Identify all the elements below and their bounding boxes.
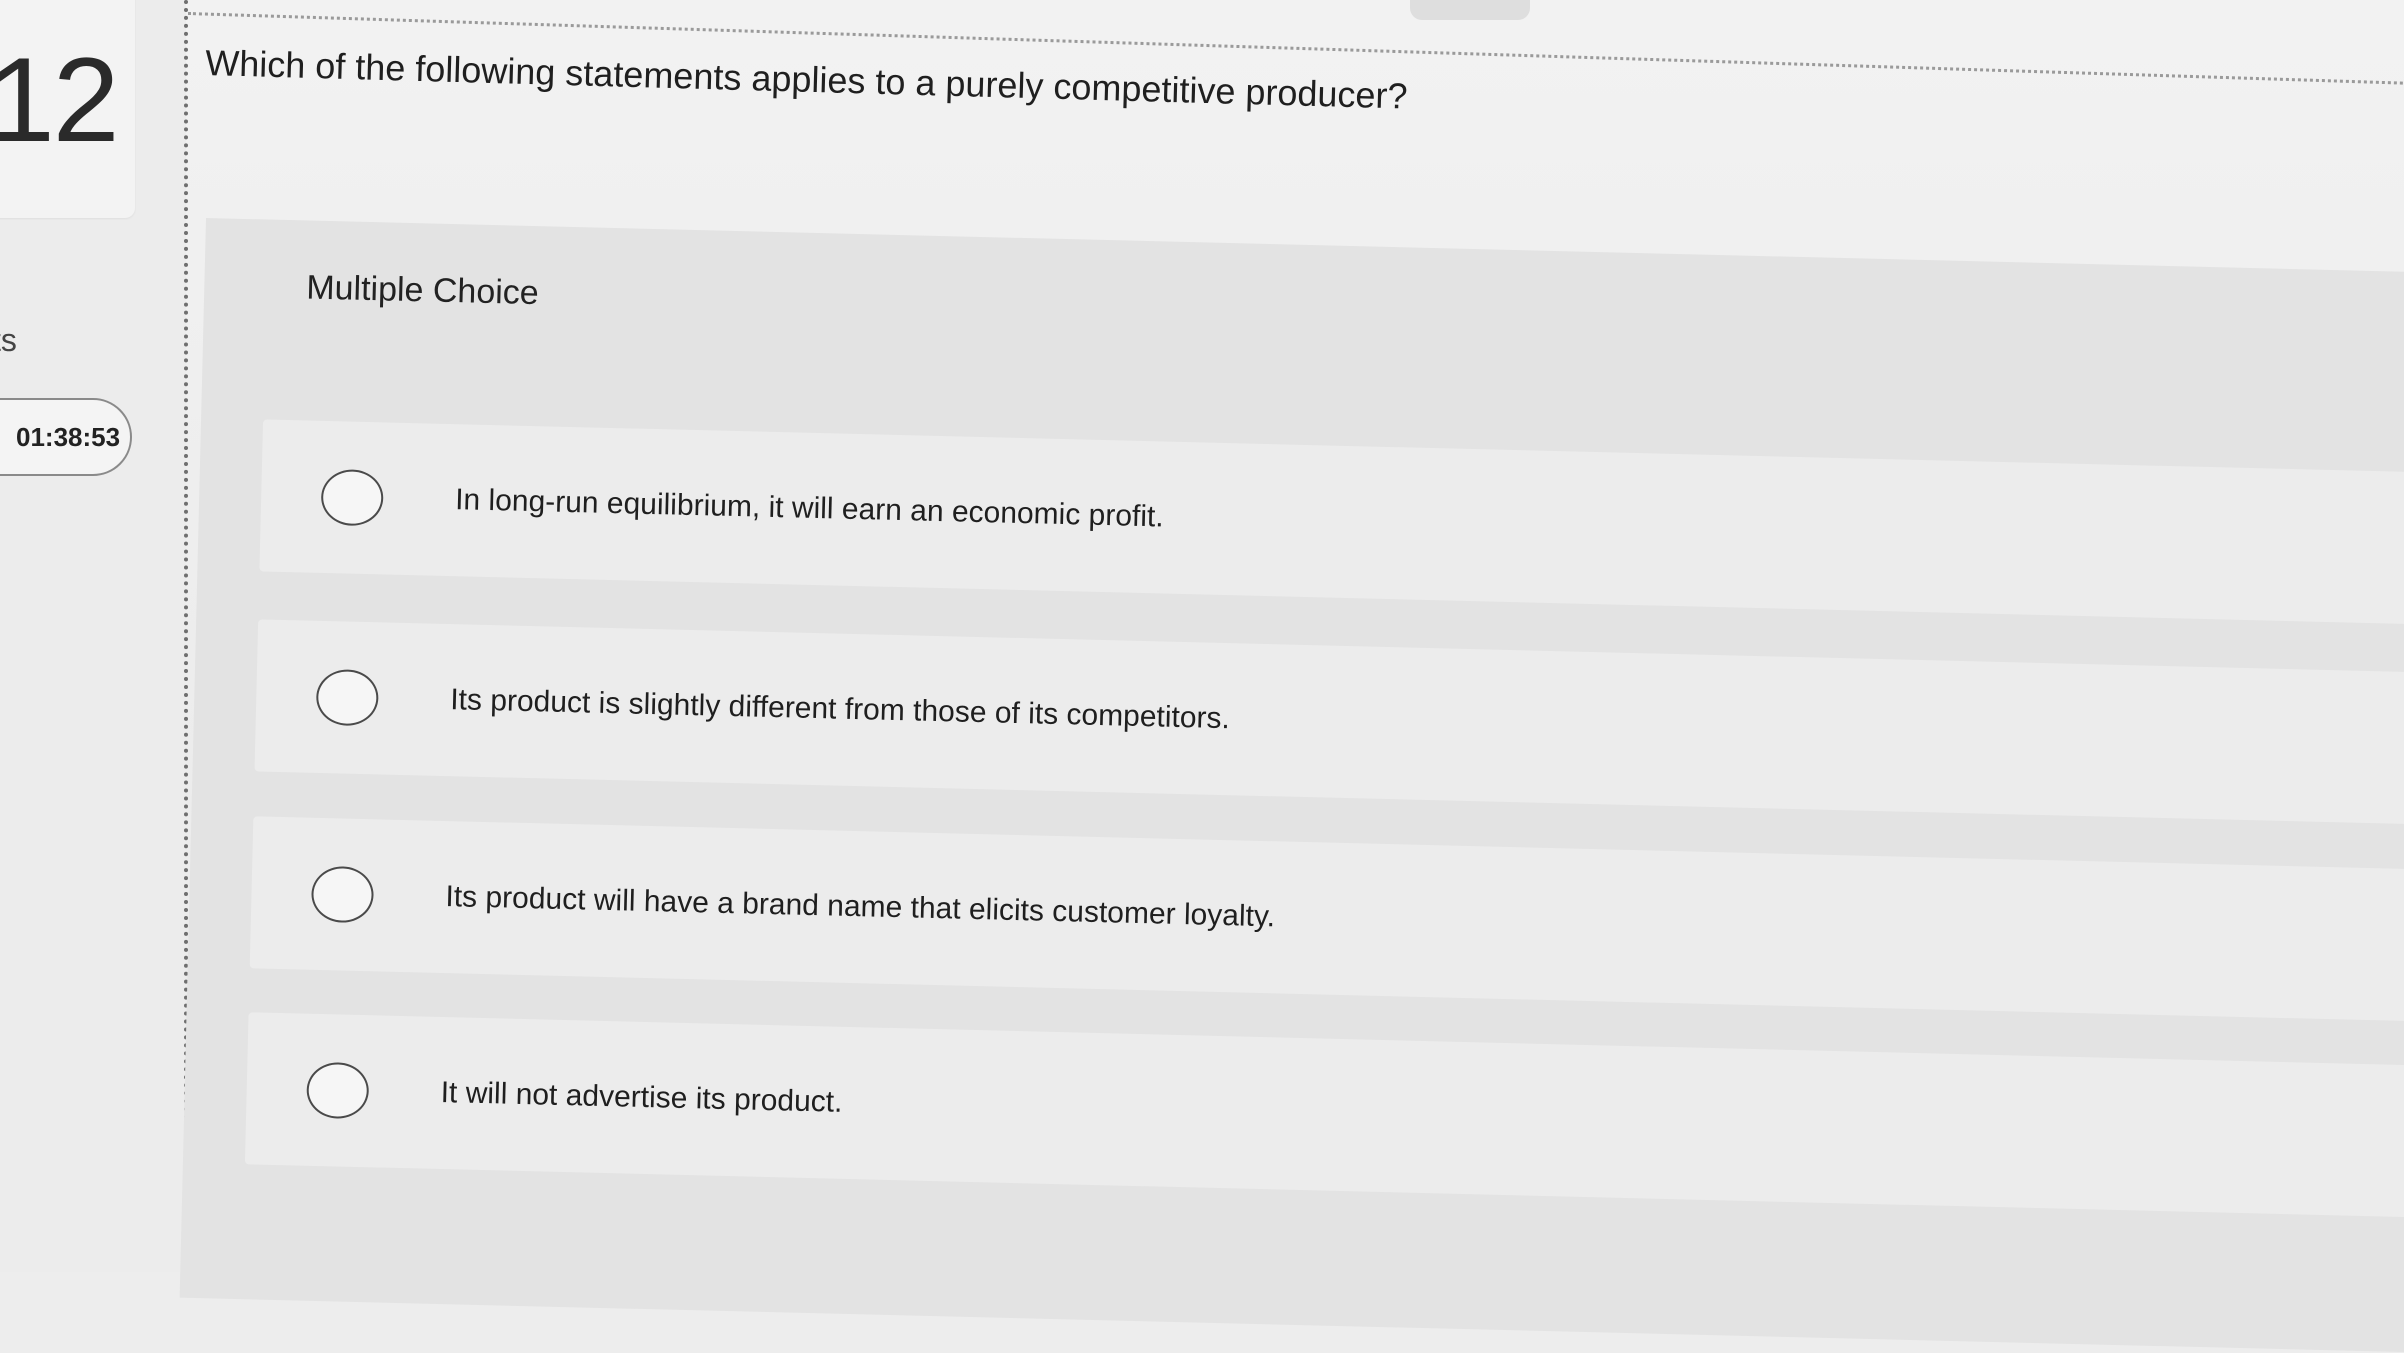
- timer-badge: 01:38:53: [0, 398, 132, 476]
- answer-option[interactable]: It will not advertise its product.: [244, 1012, 2404, 1218]
- answer-option[interactable]: Its product is slightly different from t…: [254, 619, 2404, 826]
- answer-option[interactable]: Its product will have a brand name that …: [249, 816, 2404, 1023]
- radio-button[interactable]: [315, 668, 379, 727]
- answer-option-label: Its product is slightly different from t…: [449, 683, 1231, 736]
- timer-text: 01:38:53: [16, 421, 121, 452]
- answer-option-label: In long-run equilibrium, it will earn an…: [454, 483, 1165, 534]
- answer-option-label: It will not advertise its product.: [440, 1076, 843, 1119]
- answer-option-label: Its product will have a brand name that …: [445, 880, 1276, 934]
- question-type-label: Multiple Choice: [305, 268, 540, 313]
- radio-button[interactable]: [320, 468, 384, 527]
- top-tab: [1410, 0, 1530, 20]
- answer-option[interactable]: In long-run equilibrium, it will earn an…: [259, 419, 2404, 626]
- answer-panel: Multiple Choice In long-run equilibrium,…: [179, 218, 2404, 1353]
- points-label: ts: [0, 322, 17, 358]
- left-rail: 12 ts 01:38:53: [0, 0, 188, 1272]
- radio-button[interactable]: [310, 865, 375, 924]
- question-number: 12: [0, 33, 119, 167]
- radio-button[interactable]: [306, 1061, 370, 1120]
